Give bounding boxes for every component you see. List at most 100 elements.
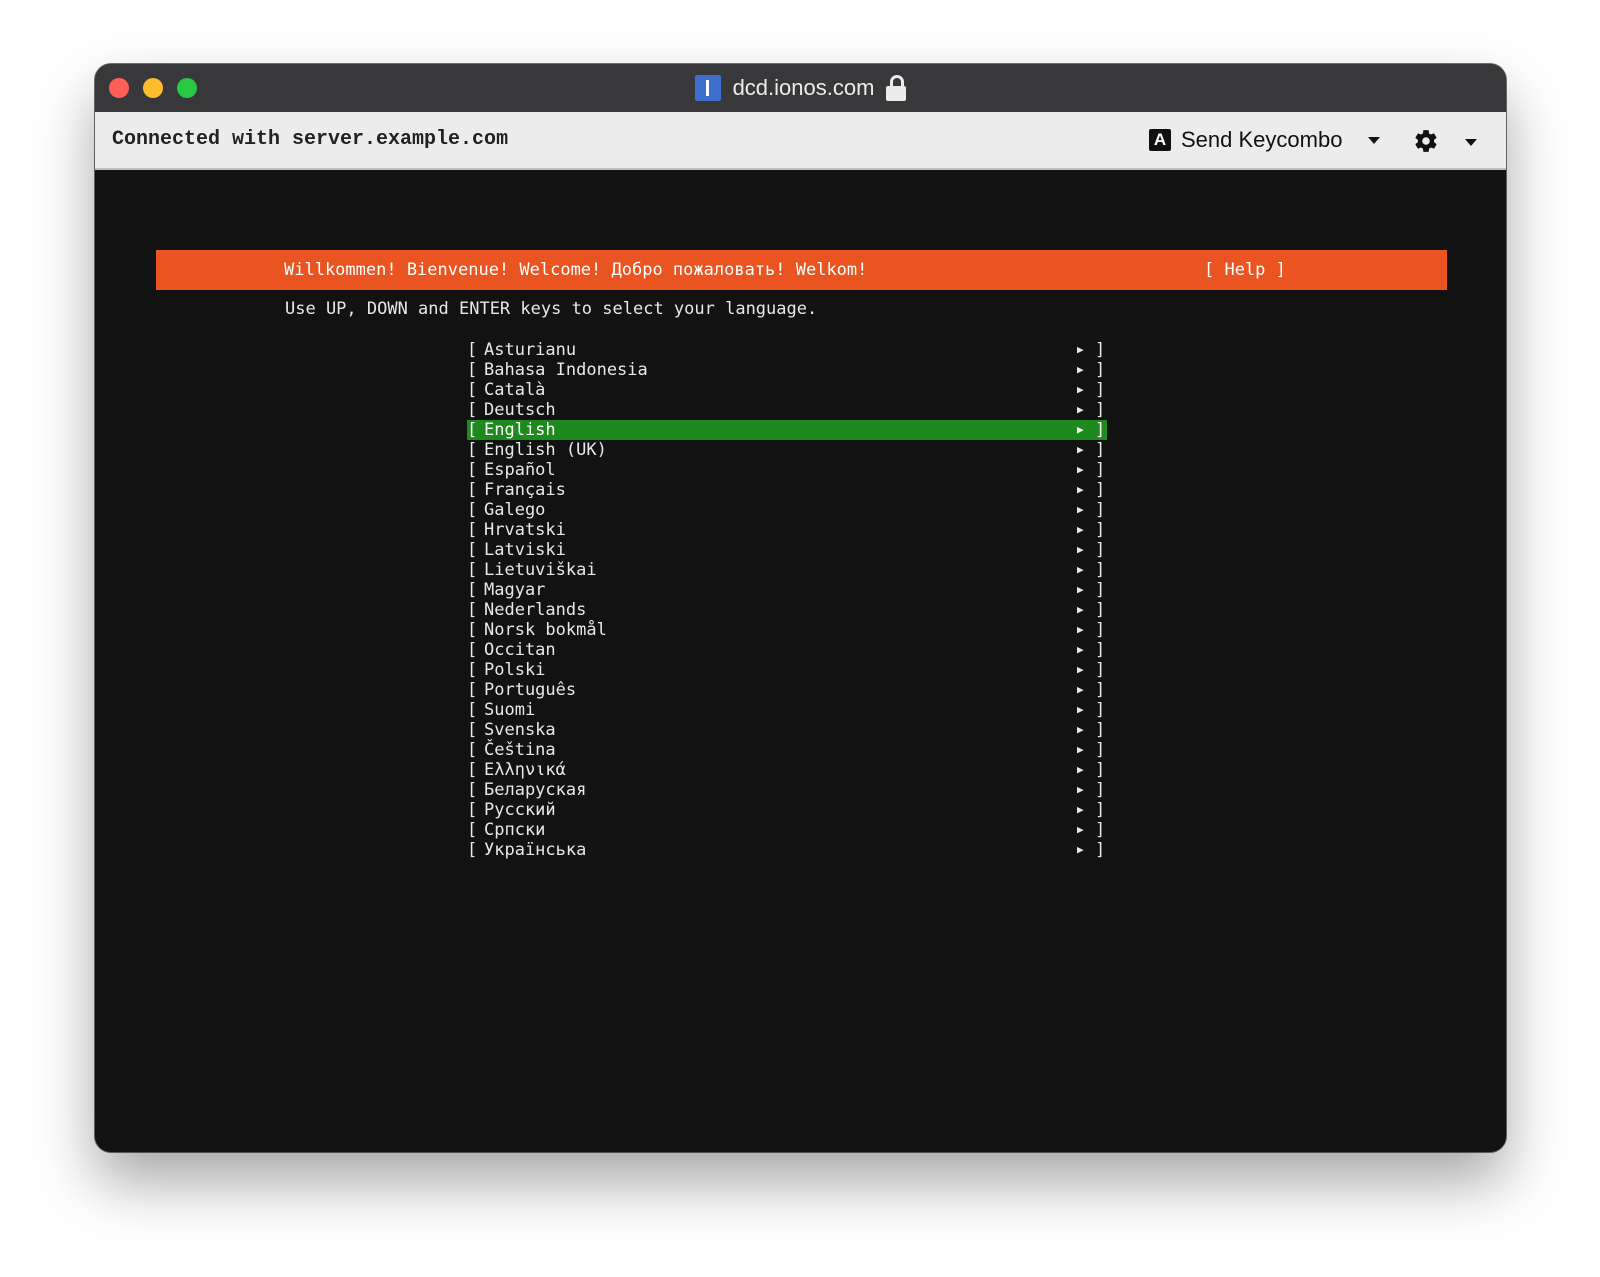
language-option-label: English: [484, 420, 556, 440]
settings-dropdown-chevron-icon[interactable]: [1465, 139, 1477, 146]
language-option-label: Lietuviškai: [484, 560, 597, 580]
triangle-right-icon: ▶: [1077, 803, 1084, 816]
language-option[interactable]: [Norsk bokmål ▶]: [467, 620, 1107, 640]
close-bracket: ]: [1095, 420, 1106, 440]
console-toolbar: Connected with server.example.com A Send…: [95, 112, 1506, 170]
language-option-label: Беларуская: [484, 780, 587, 800]
language-option-label: Latviski: [484, 540, 566, 560]
close-bracket: ]: [1095, 700, 1106, 720]
language-option-label: Українська: [484, 840, 587, 860]
close-bracket: ]: [1095, 640, 1106, 660]
language-option[interactable]: [Українська ▶]: [467, 840, 1107, 860]
triangle-right-icon: ▶: [1077, 403, 1084, 416]
open-bracket: [: [467, 360, 478, 380]
language-option-label: Bahasa Indonesia: [484, 360, 648, 380]
triangle-right-icon: ▶: [1077, 843, 1084, 856]
language-option[interactable]: [Português ▶]: [467, 680, 1107, 700]
triangle-right-icon: ▶: [1077, 523, 1084, 536]
triangle-right-icon: ▶: [1077, 463, 1084, 476]
language-option[interactable]: [Čeština ▶]: [467, 740, 1107, 760]
language-option[interactable]: [Deutsch ▶]: [467, 400, 1107, 420]
language-option-label: Norsk bokmål: [484, 620, 607, 640]
language-option-label: Magyar: [484, 580, 546, 600]
language-option[interactable]: [Bahasa Indonesia ▶]: [467, 360, 1107, 380]
triangle-right-icon: ▶: [1077, 783, 1084, 796]
language-option-label: Galego: [484, 500, 546, 520]
triangle-right-icon: ▶: [1077, 603, 1084, 616]
close-bracket: ]: [1095, 620, 1106, 640]
language-option-label: English (UK): [484, 440, 607, 460]
language-option[interactable]: [Русский ▶]: [467, 800, 1107, 820]
window-title-group: dcd.ionos.com: [95, 64, 1506, 112]
language-option[interactable]: [Suomi ▶]: [467, 700, 1107, 720]
language-option-label: Español: [484, 460, 556, 480]
language-option-label: Polski: [484, 660, 546, 680]
language-option[interactable]: [Magyar ▶]: [467, 580, 1107, 600]
open-bracket: [: [467, 340, 478, 360]
chevron-down-icon: [1368, 136, 1381, 144]
close-bracket: ]: [1095, 400, 1106, 420]
language-option-label: Русский: [484, 800, 556, 820]
triangle-right-icon: ▶: [1077, 543, 1084, 556]
triangle-right-icon: ▶: [1077, 743, 1084, 756]
triangle-right-icon: ▶: [1077, 643, 1084, 656]
open-bracket: [: [467, 660, 478, 680]
open-bracket: [: [467, 400, 478, 420]
open-bracket: [: [467, 640, 478, 660]
language-option[interactable]: [Ελληνικά ▶]: [467, 760, 1107, 780]
help-button[interactable]: [ Help ]: [1204, 260, 1286, 280]
instructions-text: Use UP, DOWN and ENTER keys to select yo…: [285, 299, 818, 319]
open-bracket: [: [467, 740, 478, 760]
language-option-label: Ελληνικά: [484, 760, 566, 780]
console-screen[interactable]: Willkommen! Bienvenue! Welcome! Добро по…: [95, 170, 1506, 1152]
open-bracket: [: [467, 520, 478, 540]
open-bracket: [: [467, 540, 478, 560]
language-option[interactable]: [ Latviski ▶]: [467, 540, 1107, 560]
close-bracket: ]: [1095, 600, 1106, 620]
open-bracket: [: [467, 500, 478, 520]
close-bracket: ]: [1095, 680, 1106, 700]
title-bar: dcd.ionos.com: [95, 64, 1506, 112]
close-bracket: ]: [1095, 760, 1106, 780]
close-bracket: ]: [1095, 800, 1106, 820]
triangle-right-icon: ▶: [1077, 703, 1084, 716]
open-bracket: [: [467, 820, 478, 840]
language-option-label: Hrvatski: [484, 520, 566, 540]
language-option[interactable]: [Lietuviškai ▶]: [467, 560, 1107, 580]
language-option[interactable]: [Galego ▶]: [467, 500, 1107, 520]
close-bracket: ]: [1095, 360, 1106, 380]
language-option[interactable]: [Svenska ▶]: [467, 720, 1107, 740]
language-option[interactable]: [Asturianu ▶]: [467, 340, 1107, 360]
language-option[interactable]: [Polski ▶]: [467, 660, 1107, 680]
language-option[interactable]: [Hrvatski ▶]: [467, 520, 1107, 540]
language-option[interactable]: [Español ▶]: [467, 460, 1107, 480]
open-bracket: [: [467, 560, 478, 580]
site-favicon-icon: [694, 75, 721, 101]
browser-window: dcd.ionos.com Connected with server.exam…: [95, 64, 1506, 1152]
language-option[interactable]: [Српски ▶]: [467, 820, 1107, 840]
language-option[interactable]: [English (UK) ▶]: [467, 440, 1107, 460]
keyboard-a-icon: A: [1149, 129, 1171, 151]
language-option[interactable]: [Français ▶]: [467, 480, 1107, 500]
triangle-right-icon: ▶: [1077, 443, 1084, 456]
language-option[interactable]: [Беларуская ▶]: [467, 780, 1107, 800]
language-option[interactable]: [Català ▶]: [467, 380, 1107, 400]
language-option-label: Català: [484, 380, 546, 400]
connection-status: Connected with server.example.com: [112, 128, 509, 151]
triangle-right-icon: ▶: [1077, 383, 1084, 396]
gear-icon[interactable]: [1413, 128, 1439, 154]
triangle-right-icon: ▶: [1077, 763, 1084, 776]
send-keycombo-button[interactable]: A Send Keycombo: [1149, 124, 1381, 156]
language-option[interactable]: [English ▶]: [467, 420, 1107, 440]
open-bracket: [: [467, 380, 478, 400]
close-bracket: ]: [1095, 560, 1106, 580]
close-bracket: ]: [1095, 540, 1106, 560]
language-option[interactable]: [Nederlands ▶]: [467, 600, 1107, 620]
open-bracket: [: [467, 580, 478, 600]
language-option-label: Occitan: [484, 640, 556, 660]
close-bracket: ]: [1095, 840, 1106, 860]
triangle-right-icon: ▶: [1077, 663, 1084, 676]
window-title: dcd.ionos.com: [732, 75, 875, 100]
language-option[interactable]: [ Occitan ▶]: [467, 640, 1107, 660]
language-option-label: Português: [484, 680, 577, 700]
